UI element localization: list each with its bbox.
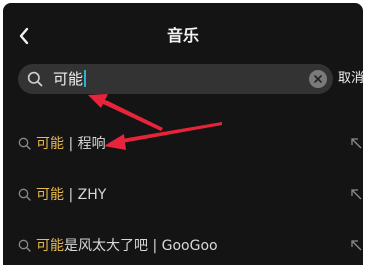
cancel-button[interactable]: 取消 — [338, 64, 363, 94]
clear-circle-icon — [314, 75, 322, 83]
arrow-up-left-icon[interactable] — [349, 187, 363, 201]
search-icon — [27, 71, 43, 87]
search-input[interactable]: 可能 — [53, 64, 87, 94]
suggestion-text: 可能是风太大了吧 | GooGoo — [36, 226, 218, 265]
suggestion-highlight: 可能 — [36, 136, 64, 152]
music-search-screen: 音乐 可能 取消 可能 | 程响 可能 | ZHY 可能是风太大了吧 | Goo… — [3, 3, 363, 265]
suggestion-item[interactable]: 可能 | ZHY — [3, 175, 363, 215]
suggestion-rest: | ZHY — [64, 187, 107, 203]
search-icon — [18, 137, 31, 150]
arrow-up-left-icon[interactable] — [349, 238, 363, 252]
suggestion-item[interactable]: 可能是风太大了吧 | GooGoo — [3, 226, 363, 265]
suggestion-highlight: 可能 — [36, 238, 64, 254]
search-icon — [18, 239, 31, 252]
suggestion-rest: | 程响 — [64, 136, 106, 152]
suggestion-item[interactable]: 可能 | 程响 — [3, 124, 363, 164]
suggestion-text: 可能 | 程响 — [36, 124, 106, 164]
search-icon — [18, 188, 31, 201]
clear-button[interactable] — [309, 70, 327, 88]
arrow-up-left-icon[interactable] — [349, 136, 363, 150]
text-caret — [84, 69, 87, 87]
suggestion-highlight: 可能 — [36, 187, 64, 203]
suggestion-text: 可能 | ZHY — [36, 175, 106, 215]
suggestion-rest: 是风太大了吧 | GooGoo — [64, 238, 218, 254]
header: 音乐 — [3, 21, 363, 51]
search-bar[interactable]: 可能 — [18, 64, 333, 94]
page-title: 音乐 — [166, 26, 199, 45]
search-input-value: 可能 — [53, 70, 84, 88]
